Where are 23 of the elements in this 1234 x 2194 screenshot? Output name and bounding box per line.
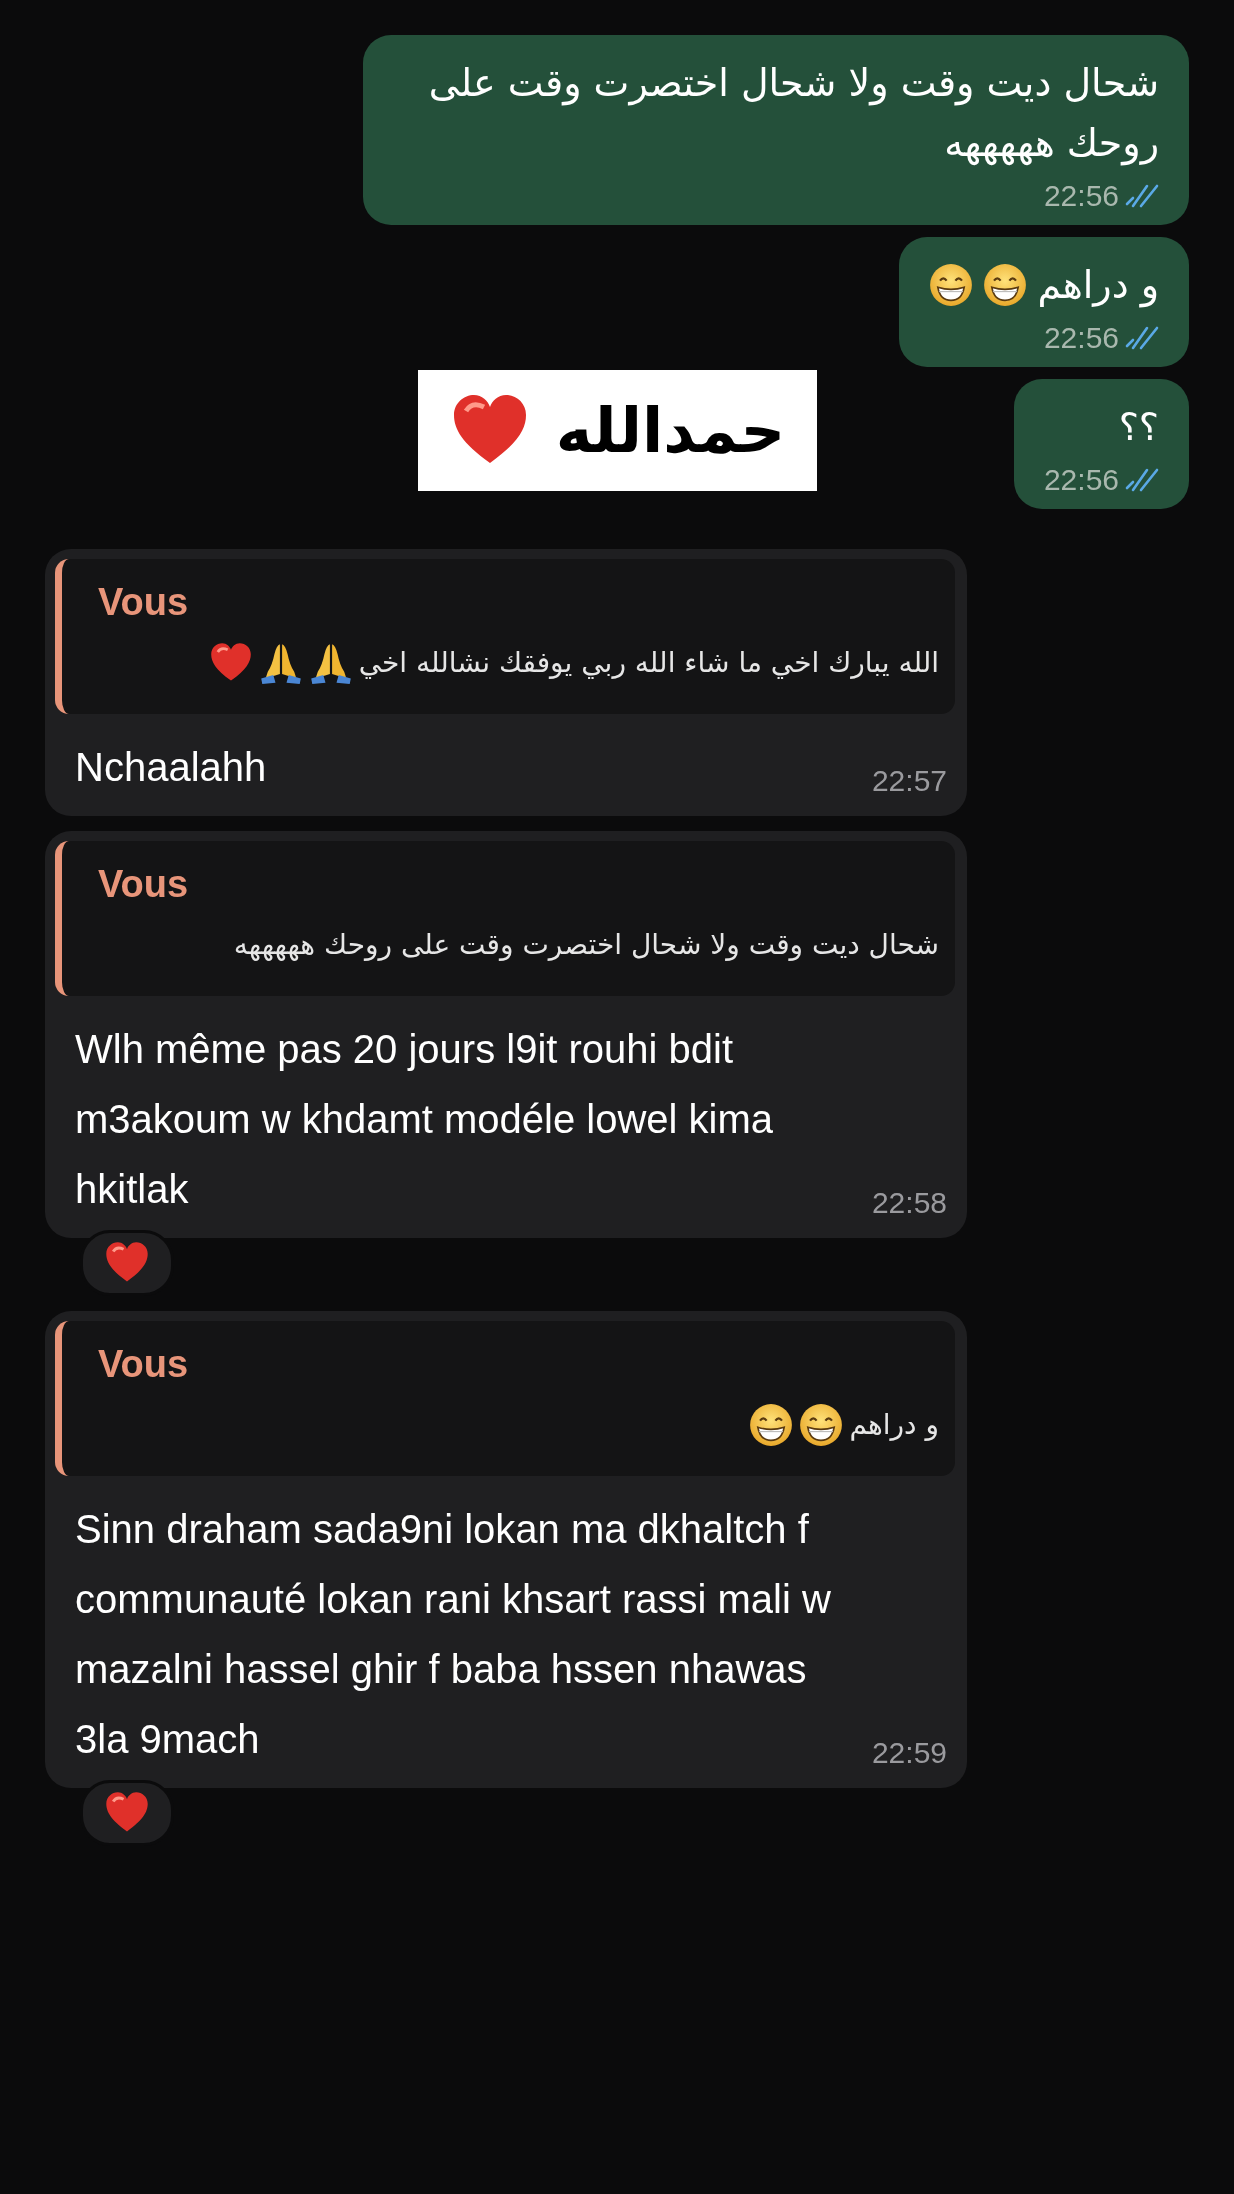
grinning-face-icon [929,263,974,307]
quote-author: Vous [98,863,190,906]
message-time: 22:56 [1043,463,1119,497]
message-text: شحال ديت وقت ولا شحال اختصرت وقت على روحك هههههه [427,60,1159,168]
message-time: 22:57 [871,764,947,798]
message-text: و دراهم [1037,262,1159,310]
message-time: 22:56 [1043,179,1119,213]
quote-text: شحال ديت وقت ولا شحال اختصرت وقت على روحك هههههه [233,927,939,963]
message-text: Nchaalahh [75,744,268,791]
quote-text: و دراهم [849,1407,939,1443]
message-time: 22:56 [1043,321,1119,355]
message-text: ؟؟ [1118,404,1159,451]
message-time: 22:59 [871,1736,947,1770]
grinning-face-icon [799,1403,844,1447]
quote-text: الله يبارك اخي ما شاء الله ربي يوفقك نشالله اخي [358,645,939,681]
quote-author: Vous [98,1343,190,1386]
grinning-face-icon [749,1403,794,1447]
grinning-face-icon [983,263,1028,307]
sticker-text: حمدالله [555,394,786,467]
message-text: Sinn draham sada9ni lokan ma dkhaltch f communauté lokan rani khsart rassi mali w mazalni hassel ghir f baba hssen nhawas 3la 9mach [75,1506,832,1763]
quote-author: Vous [98,581,190,624]
message-time: 22:58 [871,1186,947,1220]
message-text: Wlh même pas 20 jours l9it rouhi bdit m3akoum w khdamt modéle lowel kima hkitlak [75,1026,775,1213]
